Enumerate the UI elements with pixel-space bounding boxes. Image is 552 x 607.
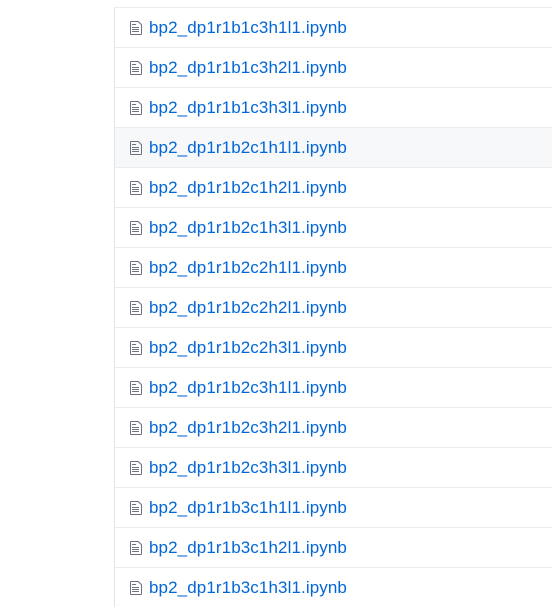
file-text-icon bbox=[130, 341, 142, 355]
file-text-icon bbox=[130, 381, 142, 395]
file-row[interactable]: bp2_dp1r1b2c3h3l1.ipynb bbox=[115, 448, 552, 488]
file-row[interactable]: bp2_dp1r1b1c3h1l1.ipynb bbox=[115, 8, 552, 48]
page: bp2_dp1r1b1c3h1l1.ipynb bp2_dp1r1b1c3h2l… bbox=[0, 0, 552, 607]
file-text-icon bbox=[130, 421, 142, 435]
file-row[interactable]: bp2_dp1r1b2c1h3l1.ipynb bbox=[115, 208, 552, 248]
file-text-icon bbox=[130, 21, 142, 35]
file-text-icon bbox=[130, 141, 142, 155]
file-row[interactable]: bp2_dp1r1b3c1h3l1.ipynb bbox=[115, 568, 552, 607]
file-row[interactable]: bp2_dp1r1b2c1h2l1.ipynb bbox=[115, 168, 552, 208]
file-name-link[interactable]: bp2_dp1r1b2c2h3l1.ipynb bbox=[149, 338, 347, 358]
file-name-link[interactable]: bp2_dp1r1b2c3h1l1.ipynb bbox=[149, 378, 347, 398]
file-text-icon bbox=[130, 581, 142, 595]
file-name-link[interactable]: bp2_dp1r1b2c1h2l1.ipynb bbox=[149, 178, 347, 198]
file-row[interactable]: bp2_dp1r1b2c2h3l1.ipynb bbox=[115, 328, 552, 368]
file-text-icon bbox=[130, 61, 142, 75]
file-row[interactable]: bp2_dp1r1b1c3h2l1.ipynb bbox=[115, 48, 552, 88]
file-text-icon bbox=[130, 541, 142, 555]
file-name-link[interactable]: bp2_dp1r1b2c2h1l1.ipynb bbox=[149, 258, 347, 278]
file-name-link[interactable]: bp2_dp1r1b2c3h3l1.ipynb bbox=[149, 458, 347, 478]
file-text-icon bbox=[130, 301, 142, 315]
file-name-link[interactable]: bp2_dp1r1b2c3h2l1.ipynb bbox=[149, 418, 347, 438]
file-text-icon bbox=[130, 461, 142, 475]
file-text-icon bbox=[130, 261, 142, 275]
file-row[interactable]: bp2_dp1r1b2c3h1l1.ipynb bbox=[115, 368, 552, 408]
file-text-icon bbox=[130, 101, 142, 115]
file-row[interactable]: bp2_dp1r1b2c2h2l1.ipynb bbox=[115, 288, 552, 328]
file-row[interactable]: bp2_dp1r1b2c1h1l1.ipynb bbox=[115, 128, 552, 168]
file-row[interactable]: bp2_dp1r1b2c2h1l1.ipynb bbox=[115, 248, 552, 288]
file-row[interactable]: bp2_dp1r1b1c3h3l1.ipynb bbox=[115, 88, 552, 128]
file-list: bp2_dp1r1b1c3h1l1.ipynb bp2_dp1r1b1c3h2l… bbox=[114, 7, 552, 607]
file-name-link[interactable]: bp2_dp1r1b2c2h2l1.ipynb bbox=[149, 298, 347, 318]
file-name-link[interactable]: bp2_dp1r1b2c1h3l1.ipynb bbox=[149, 218, 347, 238]
file-name-link[interactable]: bp2_dp1r1b3c1h2l1.ipynb bbox=[149, 538, 347, 558]
file-row[interactable]: bp2_dp1r1b3c1h2l1.ipynb bbox=[115, 528, 552, 568]
file-name-link[interactable]: bp2_dp1r1b3c1h3l1.ipynb bbox=[149, 578, 347, 598]
file-row[interactable]: bp2_dp1r1b2c3h2l1.ipynb bbox=[115, 408, 552, 448]
file-text-icon bbox=[130, 221, 142, 235]
file-text-icon bbox=[130, 501, 142, 515]
file-name-link[interactable]: bp2_dp1r1b2c1h1l1.ipynb bbox=[149, 138, 347, 158]
file-name-link[interactable]: bp2_dp1r1b1c3h3l1.ipynb bbox=[149, 98, 347, 118]
file-name-link[interactable]: bp2_dp1r1b1c3h1l1.ipynb bbox=[149, 18, 347, 38]
file-name-link[interactable]: bp2_dp1r1b1c3h2l1.ipynb bbox=[149, 58, 347, 78]
file-row[interactable]: bp2_dp1r1b3c1h1l1.ipynb bbox=[115, 488, 552, 528]
file-text-icon bbox=[130, 181, 142, 195]
file-name-link[interactable]: bp2_dp1r1b3c1h1l1.ipynb bbox=[149, 498, 347, 518]
